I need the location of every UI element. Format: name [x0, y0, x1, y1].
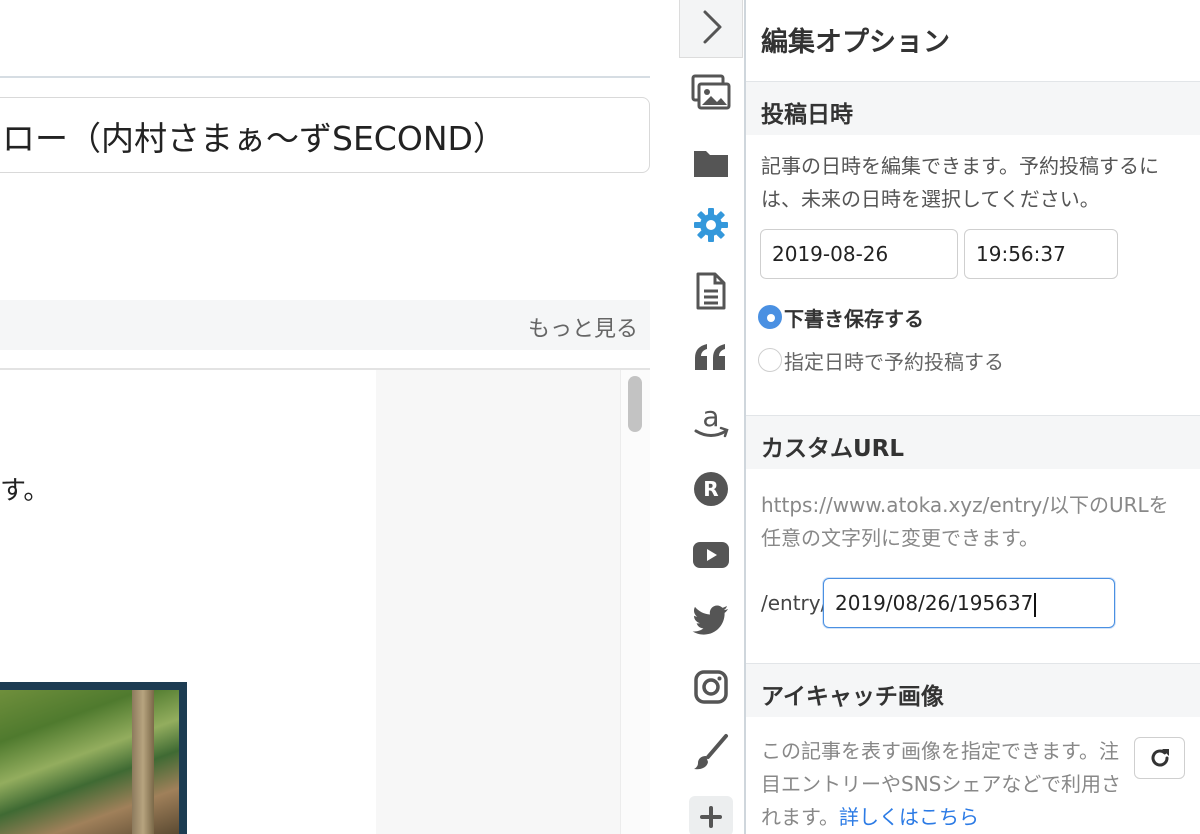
youtube-button[interactable]	[690, 534, 732, 576]
twitter-button[interactable]	[690, 600, 732, 642]
custom-url-input[interactable]: 2019/08/26/195637	[823, 578, 1115, 628]
custom-url-heading: カスタムURL	[761, 436, 905, 462]
radio-save-draft[interactable]: 下書き保存する	[758, 303, 924, 331]
radio-schedule-circle[interactable]	[758, 348, 782, 372]
images-button[interactable]	[690, 72, 732, 114]
title-text: ロー（内村さまぁ〜ずSECOND）	[2, 119, 506, 158]
content-photo[interactable]	[0, 682, 187, 834]
editor-scrollbar[interactable]	[620, 370, 650, 834]
amazon-button[interactable]: a	[690, 400, 732, 442]
eyecatch-details-link[interactable]: 詳しくはこちら	[839, 805, 979, 829]
add-tool-button[interactable]	[689, 796, 733, 834]
date-input[interactable]: 2019-08-26	[760, 229, 958, 279]
youtube-icon	[693, 542, 729, 568]
svg-text:R: R	[703, 477, 718, 501]
folder-icon	[694, 151, 728, 177]
eyecatch-description: この記事を表す画像を指定できます。注目エントリーやSNSシェアなどで利用されます…	[761, 735, 1121, 834]
twitter-icon	[692, 605, 728, 635]
chevron-right-icon	[703, 10, 722, 44]
radio-schedule[interactable]: 指定日時で予約投稿する	[758, 346, 1004, 374]
editor-side-column	[376, 370, 620, 834]
eyecatch-heading: アイキャッチ画像	[761, 684, 944, 710]
post-date-heading: 投稿日時	[761, 102, 853, 128]
settings-button[interactable]	[690, 204, 732, 246]
document-icon	[696, 272, 726, 310]
post-date-section-header: 投稿日時	[746, 81, 1200, 135]
radio-schedule-label: 指定日時で予約投稿する	[784, 349, 1004, 374]
quote-button[interactable]	[690, 336, 732, 378]
refresh-icon	[1151, 749, 1169, 767]
rakuten-button[interactable]: R	[690, 468, 732, 510]
editor-scroll-thumb[interactable]	[628, 376, 642, 432]
panel-title: 編集オプション	[761, 27, 950, 58]
refresh-eyecatch-button[interactable]	[1134, 737, 1185, 779]
document-button[interactable]	[690, 270, 732, 312]
custom-url-description: https://www.atoka.xyz/entry/以下のURLを任意の文字…	[761, 493, 1169, 550]
images-icon	[691, 74, 731, 110]
amazon-icon: a	[694, 400, 729, 438]
photo-detail	[132, 690, 154, 834]
brush-icon	[694, 734, 728, 770]
folder-button[interactable]	[690, 142, 732, 184]
time-input[interactable]: 19:56:37	[964, 229, 1118, 279]
more-bar: もっと見る	[0, 300, 650, 350]
radio-save-draft-circle[interactable]	[758, 305, 782, 329]
plus-icon	[700, 806, 722, 828]
editor-top-rule	[0, 76, 650, 78]
post-date-description: 記事の日時を編集できます。予約投稿するには、未来の日時を選択してください。	[761, 154, 1159, 211]
radio-save-draft-label: 下書き保存する	[784, 306, 924, 331]
gear-icon	[694, 208, 728, 242]
instagram-button[interactable]	[690, 666, 732, 708]
more-link[interactable]: もっと見る	[528, 311, 638, 343]
instagram-icon	[694, 670, 728, 704]
rakuten-icon: R	[694, 472, 728, 506]
collapse-panel-button[interactable]	[679, 0, 743, 58]
url-prefix: /entry/	[761, 591, 828, 615]
body-text: す。	[0, 476, 50, 506]
quote-icon	[695, 344, 725, 370]
custom-url-section-header: カスタムURL	[746, 415, 1200, 469]
text-caret	[1034, 592, 1037, 617]
eyecatch-section-header: アイキャッチ画像	[746, 663, 1200, 717]
brush-button[interactable]	[690, 732, 732, 774]
svg-text:a: a	[702, 400, 719, 433]
custom-url-value: 2019/08/26/195637	[835, 591, 1034, 615]
